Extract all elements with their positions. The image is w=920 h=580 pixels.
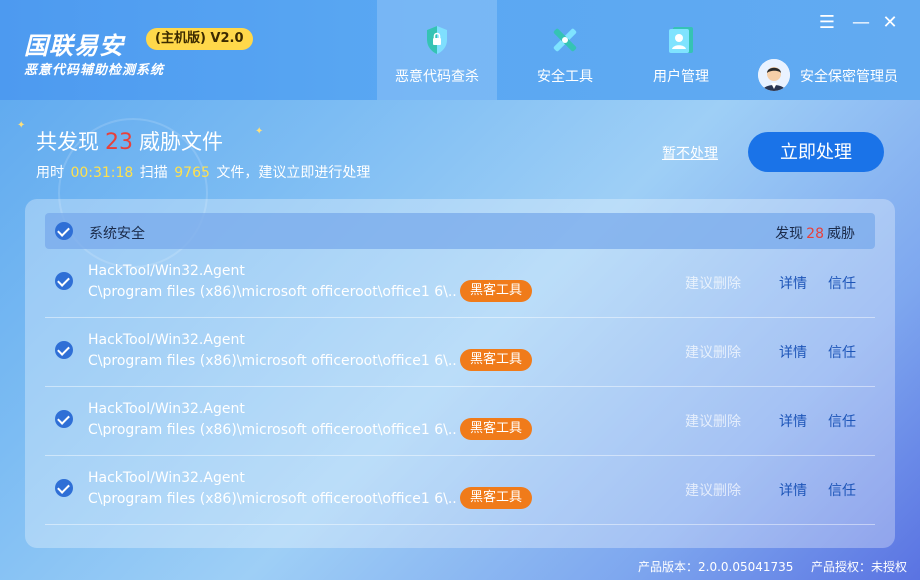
trust-link[interactable]: 信任 (828, 273, 856, 293)
threat-path: C\program files (x86)\microsoft officero… (88, 284, 457, 300)
threat-tag: 黑客工具 (460, 280, 533, 302)
summary-suffix: 威胁文件 (139, 130, 223, 154)
avatar[interactable] (758, 59, 790, 91)
trust-link[interactable]: 信任 (828, 342, 856, 362)
suggest-delete: 建议删除 (685, 276, 741, 292)
scan-stats: 用时 00:31:18 扫描 9765 文件，建议立即进行处理 (36, 162, 370, 182)
tab-label: 安全工具 (537, 69, 593, 85)
group-count-number: 28 (806, 226, 824, 242)
group-threat-count: 发现 28 威胁 (775, 223, 855, 243)
row-checkbox[interactable] (55, 479, 73, 497)
product-version: 产品版本：2.0.0.05041735 (638, 560, 794, 574)
menu-icon[interactable]: ☰ (817, 12, 837, 33)
detail-link[interactable]: 详情 (779, 342, 807, 362)
title-bar: 国联易安 (主机版) V2.0 恶意代码辅助检测系统 恶意代码查杀 安全工具 用… (0, 0, 920, 100)
table-row: HackTool/Win32.Agent C\program files (x8… (45, 387, 875, 456)
shield-lock-icon (427, 26, 447, 54)
detail-link[interactable]: 详情 (779, 411, 807, 431)
detail-link[interactable]: 详情 (779, 480, 807, 500)
sparkle-icon: ✦ (255, 126, 264, 137)
suggest-delete: 建议删除 (685, 414, 741, 430)
threat-summary: 共发现 23 威胁文件 (36, 126, 223, 156)
avatar-man-icon (758, 59, 790, 91)
group-header: 系统安全 发现 28 威胁 (45, 213, 875, 249)
tab-label: 恶意代码查杀 (395, 69, 479, 85)
scan-label: 扫描 (139, 165, 168, 181)
threat-name: HackTool/Win32.Agent (88, 401, 245, 417)
app-title: 国联易安 (24, 32, 124, 60)
process-now-button[interactable]: 立即处理 (748, 132, 884, 172)
threat-count: 23 (105, 130, 133, 155)
threat-path: C\program files (x86)\microsoft officero… (88, 491, 457, 507)
tab-malware-scan[interactable]: 恶意代码查杀 (377, 0, 497, 100)
scan-advice: 文件，建议立即进行处理 (216, 165, 371, 181)
group-checkbox[interactable] (55, 222, 73, 240)
table-row: HackTool/Win32.Agent C\program files (x8… (45, 249, 875, 318)
results-panel: 系统安全 发现 28 威胁 HackTool/Win32.Agent C\progr… (25, 199, 895, 548)
row-checkbox[interactable] (55, 410, 73, 428)
threat-path: C\program files (x86)\microsoft officero… (88, 353, 457, 369)
skip-link[interactable]: 暂不处理 (662, 143, 718, 163)
threat-path: C\program files (x86)\microsoft officero… (88, 422, 457, 438)
elapsed-time: 00:31:18 (70, 165, 134, 181)
threat-tag: 黑客工具 (460, 418, 533, 440)
threat-tag: 黑客工具 (460, 349, 533, 371)
summary-prefix: 共发现 (36, 130, 99, 154)
threat-name: HackTool/Win32.Agent (88, 470, 245, 486)
threat-name: HackTool/Win32.Agent (88, 263, 245, 279)
group-label: 系统安全 (89, 226, 145, 242)
threat-tag: 黑客工具 (460, 487, 533, 509)
group-found-prefix: 发现 (775, 226, 804, 242)
tab-user-management[interactable]: 用户管理 (621, 0, 741, 100)
detail-link[interactable]: 详情 (779, 273, 807, 293)
scanned-count: 9765 (174, 165, 210, 181)
row-checkbox[interactable] (55, 341, 73, 359)
group-found-suffix: 威胁 (827, 226, 855, 242)
tab-security-tools[interactable]: 安全工具 (505, 0, 625, 100)
minimize-icon[interactable]: — (851, 12, 871, 33)
table-row: HackTool/Win32.Agent C\program files (x8… (45, 318, 875, 387)
user-card-icon (669, 27, 693, 53)
time-label: 用时 (36, 165, 64, 181)
product-license: 产品授权：未授权 (811, 560, 908, 574)
app-subtitle: 恶意代码辅助检测系统 (24, 63, 165, 78)
suggest-delete: 建议删除 (685, 345, 741, 361)
suggest-delete: 建议删除 (685, 483, 741, 499)
table-row: HackTool/Win32.Agent C\program files (x8… (45, 456, 875, 525)
close-icon[interactable]: ✕ (880, 12, 900, 33)
trust-link[interactable]: 信任 (828, 411, 856, 431)
tab-label: 用户管理 (653, 69, 709, 85)
sparkle-icon: ✦ (17, 120, 26, 131)
row-checkbox[interactable] (55, 272, 73, 290)
edition-badge: (主机版) V2.0 (146, 28, 253, 50)
user-name[interactable]: 安全保密管理员 (800, 66, 898, 86)
tools-icon (553, 28, 577, 52)
threat-name: HackTool/Win32.Agent (88, 332, 245, 348)
trust-link[interactable]: 信任 (828, 480, 856, 500)
